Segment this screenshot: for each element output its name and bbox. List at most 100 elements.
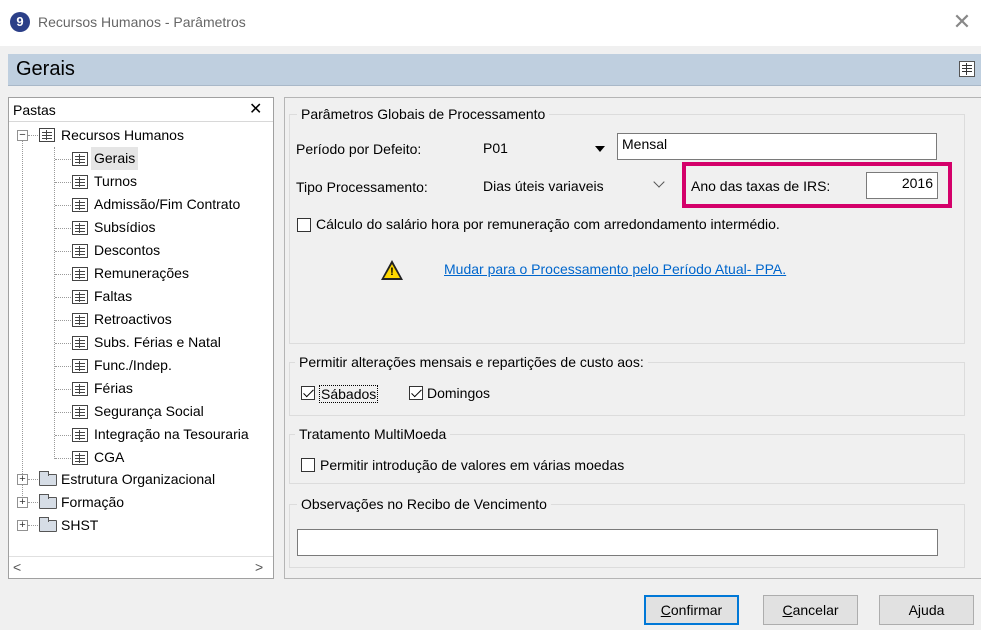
tree-item-shst[interactable]: + SHST xyxy=(9,514,273,537)
confirm-accel: C xyxy=(660,602,671,618)
tree-guide-line xyxy=(28,525,38,526)
document-icon xyxy=(72,428,88,442)
tree-item-ferias[interactable]: Férias xyxy=(9,377,273,400)
close-panel-button[interactable]: ✕ xyxy=(249,99,262,119)
tree-item-label: Subsídios xyxy=(94,219,156,235)
folder-icon xyxy=(39,494,57,509)
tree-item-label: Estrutura Organizacional xyxy=(61,471,216,487)
tree-item-label: Recursos Humanos xyxy=(61,127,184,143)
irs-year-field[interactable]: 2016 xyxy=(866,172,938,199)
tree-guide-line xyxy=(28,135,38,136)
tree-item-label: Integração na Tesouraria xyxy=(94,426,249,442)
scroll-left-button[interactable]: < xyxy=(13,559,21,575)
global-params-title: Parâmetros Globais de Processamento xyxy=(297,106,550,122)
calc-salario-label: Cálculo do salário hora por remuneração … xyxy=(316,216,780,232)
sabados-label: Sábados xyxy=(319,385,379,403)
folder-icon xyxy=(39,471,57,486)
sabados-checkbox[interactable] xyxy=(301,386,315,400)
chevron-down-icon[interactable] xyxy=(653,176,665,188)
help-button[interactable]: Ajuda xyxy=(879,595,974,625)
tree-guide-line xyxy=(55,366,71,367)
tree-item-label: Férias xyxy=(94,380,133,396)
document-icon xyxy=(72,152,88,166)
tree-item-turnos[interactable]: Turnos xyxy=(9,170,273,193)
tree-item-label: Gerais xyxy=(91,147,139,170)
tree-guide-line xyxy=(55,435,71,436)
periodo-description-field[interactable]: Mensal xyxy=(617,133,937,160)
tree-item-label: Remunerações xyxy=(94,265,189,281)
tree-item-cga[interactable]: CGA xyxy=(9,446,273,469)
domingos-checkbox[interactable] xyxy=(409,386,423,400)
periodo-code-select[interactable]: P01 xyxy=(479,134,615,162)
tree-item-estrutura-organizacional[interactable]: + Estrutura Organizacional xyxy=(9,468,273,491)
title-bar: 9 Recursos Humanos - Parâmetros ✕ xyxy=(0,0,981,46)
tree-item-integracao-tesouraria[interactable]: Integração na Tesouraria xyxy=(9,423,273,446)
tree-item-gerais[interactable]: Gerais xyxy=(9,147,273,170)
ppa-link[interactable]: Mudar para o Processamento pelo Período … xyxy=(444,261,786,277)
tree-guide-line xyxy=(55,412,71,413)
tree-item-recursos-humanos[interactable]: − Recursos Humanos xyxy=(9,124,273,147)
folder-tree: − Recursos Humanos Gerais Turnos Admissã… xyxy=(9,124,273,554)
dropdown-arrow-icon[interactable] xyxy=(595,146,605,152)
tree-item-retroactivos[interactable]: Retroactivos xyxy=(9,308,273,331)
tree-item-label: Func./Indep. xyxy=(94,357,172,373)
tree-guide-line xyxy=(55,251,71,252)
expand-icon[interactable]: + xyxy=(17,520,28,531)
tipo-processamento-value: Dias úteis variaveis xyxy=(483,178,604,194)
tree-guide-line xyxy=(55,182,71,183)
tree-item-label: Subs. Férias e Natal xyxy=(94,334,221,350)
document-icon xyxy=(72,244,88,258)
domingos-label: Domingos xyxy=(427,385,491,401)
tipo-processamento-select[interactable]: Dias úteis variaveis xyxy=(479,172,679,200)
tree-item-descontos[interactable]: Descontos xyxy=(9,239,273,262)
folder-icon xyxy=(39,517,57,532)
view-options-icon[interactable] xyxy=(959,61,975,77)
tree-item-formacao[interactable]: + Formação xyxy=(9,491,273,514)
tree-item-admissao[interactable]: Admissão/Fim Contrato xyxy=(9,193,273,216)
tree-item-label: Faltas xyxy=(94,288,133,304)
tree-item-subs-ferias-natal[interactable]: Subs. Férias e Natal xyxy=(9,331,273,354)
section-header: Gerais xyxy=(8,54,981,86)
tree-item-subsidios[interactable]: Subsídios xyxy=(9,216,273,239)
tree-guide-line xyxy=(55,389,71,390)
irs-year-label: Ano das taxas de IRS: xyxy=(691,178,831,194)
document-icon xyxy=(72,336,88,350)
collapse-icon[interactable]: − xyxy=(17,130,28,141)
tree-guide-line xyxy=(28,479,38,480)
tree-item-label: Retroactivos xyxy=(94,311,172,327)
expand-icon[interactable]: + xyxy=(17,497,28,508)
tree-item-func-indep[interactable]: Func./Indep. xyxy=(9,354,273,377)
tree-item-remuneracoes[interactable]: Remunerações xyxy=(9,262,273,285)
scroll-right-button[interactable]: > xyxy=(255,559,263,575)
cancel-label: ancelar xyxy=(792,602,839,618)
document-icon xyxy=(72,198,88,212)
document-icon xyxy=(72,175,88,189)
receipt-notes-field[interactable] xyxy=(297,529,938,556)
close-window-button[interactable]: ✕ xyxy=(950,10,974,34)
tree-item-seguranca-social[interactable]: Segurança Social xyxy=(9,400,273,423)
tree-item-faltas[interactable]: Faltas xyxy=(9,285,273,308)
parameters-panel: Parâmetros Globais de Processamento Perí… xyxy=(284,97,981,579)
document-icon xyxy=(72,313,88,327)
confirm-label: onfirmar xyxy=(670,602,723,618)
confirm-button[interactable]: Confirmar xyxy=(644,595,739,625)
multicurrency-label: Permitir introdução de valores em várias… xyxy=(320,457,625,473)
monthly-changes-title: Permitir alterações mensais e repartiçõe… xyxy=(295,354,648,370)
tree-guide-line xyxy=(55,228,71,229)
tree-item-label: Formação xyxy=(61,494,125,510)
calc-salario-checkbox[interactable] xyxy=(297,218,311,232)
folders-panel-title: Pastas xyxy=(13,102,56,118)
window-title: Recursos Humanos - Parâmetros xyxy=(38,14,246,30)
multicurrency-title: Tratamento MultiMoeda xyxy=(295,426,451,442)
cancel-button[interactable]: Cancelar xyxy=(763,595,858,625)
document-icon xyxy=(72,382,88,396)
horizontal-scrollbar[interactable]: < > xyxy=(9,556,273,578)
periodo-label: Período por Defeito: xyxy=(296,141,422,157)
tree-guide-line xyxy=(55,205,71,206)
tree-guide-line xyxy=(55,343,71,344)
multicurrency-checkbox[interactable] xyxy=(301,458,315,472)
periodo-code-value: P01 xyxy=(483,140,508,156)
tree-guide-line xyxy=(55,159,71,160)
expand-icon[interactable]: + xyxy=(17,474,28,485)
section-title: Gerais xyxy=(16,58,75,80)
